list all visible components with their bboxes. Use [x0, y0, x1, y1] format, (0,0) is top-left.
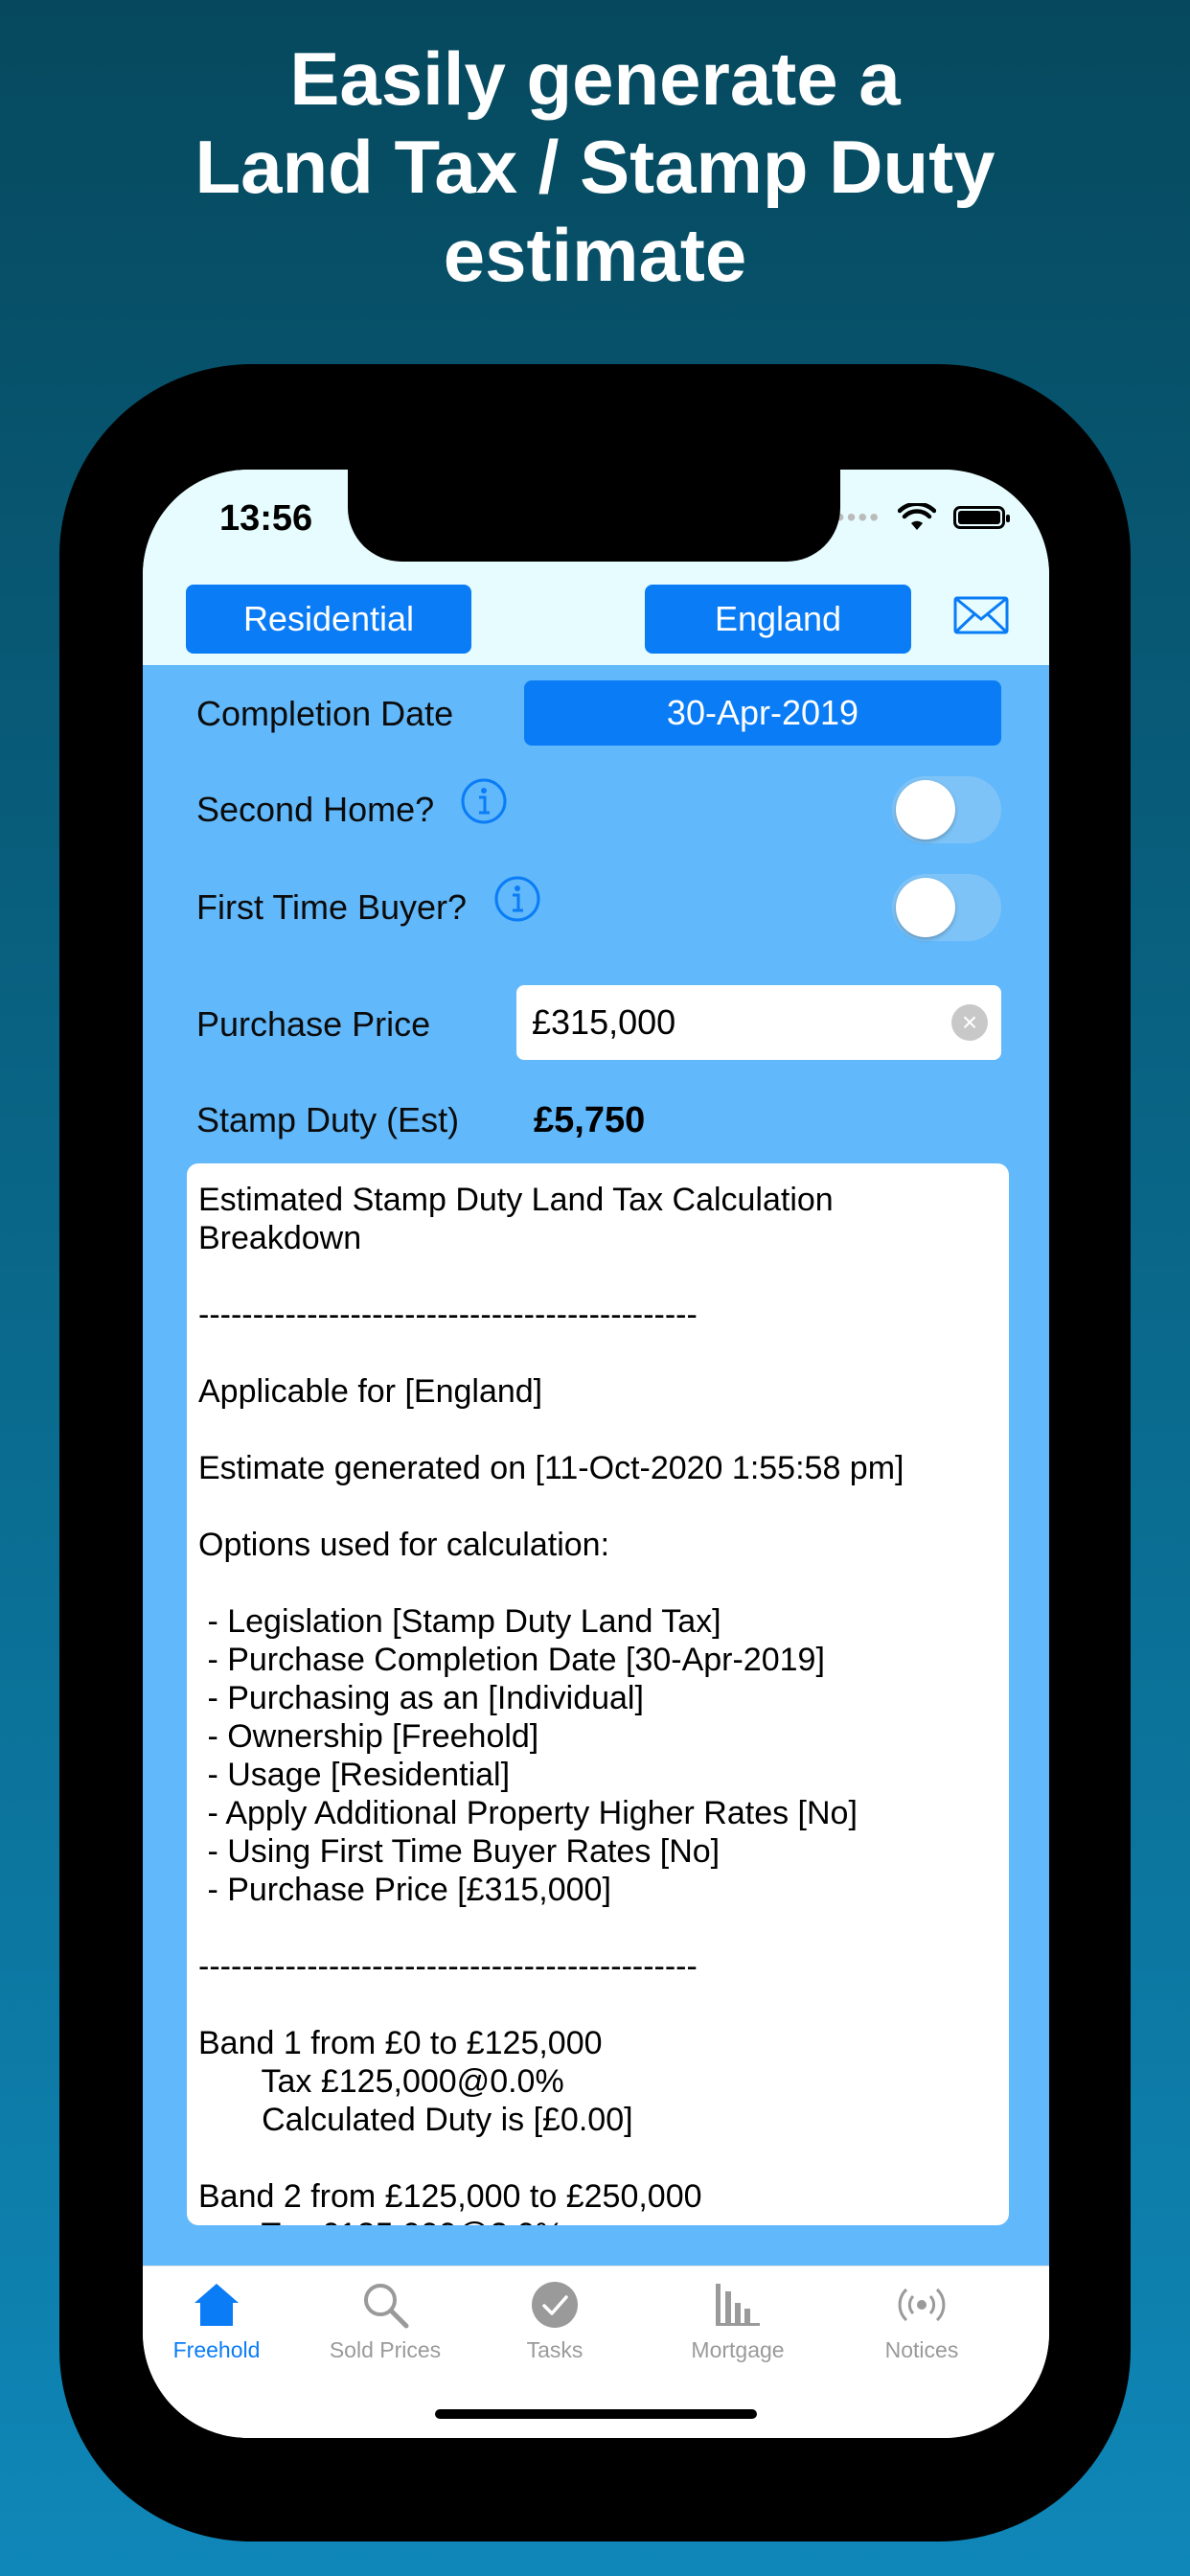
breakdown-line: ----------------------------------------… — [198, 1948, 698, 1985]
breakdown-line: Band 1 from £0 to £125,000 — [198, 2025, 603, 2061]
breakdown-line: ----------------------------------------… — [198, 1297, 698, 1333]
tab-sold-prices[interactable]: Sold Prices — [313, 2280, 457, 2363]
breakdown-line: Applicable for [England] — [198, 1373, 543, 1410]
second-home-label: Second Home? — [196, 790, 435, 829]
breakdown-line: - Usage [Residential] — [198, 1757, 511, 1793]
second-home-toggle[interactable] — [892, 776, 1001, 843]
first-time-buyer-toggle[interactable] — [892, 874, 1001, 941]
info-icon[interactable] — [460, 777, 508, 825]
purchase-price-value: £315,000 — [532, 1002, 676, 1042]
breakdown-line: Estimated Stamp Duty Land Tax Calculatio… — [198, 1182, 834, 1218]
breakdown-line: Tax £125,000@2.0% — [198, 2216, 997, 2225]
tab-label: Sold Prices — [329, 2337, 442, 2362]
tab-freehold[interactable]: Freehold — [145, 2280, 288, 2363]
region-button[interactable]: England — [645, 585, 911, 654]
breakdown-line: - Using First Time Buyer Rates [No] — [198, 1833, 721, 1870]
breakdown-line: Options used for calculation: — [198, 1527, 610, 1563]
broadcast-icon — [850, 2280, 994, 2330]
property-type-button[interactable]: Residential — [186, 585, 471, 654]
toggle-knob — [896, 878, 955, 937]
calculator-form: Completion Date 30-Apr-2019 Second Home?… — [143, 665, 1049, 2266]
tab-tasks[interactable]: Tasks — [483, 2280, 627, 2363]
completion-date-label: Completion Date — [196, 694, 454, 733]
breakdown-line: - Legislation [Stamp Duty Land Tax] — [198, 1603, 721, 1640]
breakdown-line: Band 2 from £125,000 to £250,000 — [198, 2178, 702, 2215]
breakdown-line: - Ownership [Freehold] — [198, 1718, 539, 1755]
breakdown-line — [198, 2139, 997, 2177]
breakdown-line — [198, 1487, 997, 1526]
breakdown-line: - Purchasing as an [Individual] — [198, 1680, 644, 1716]
first-time-buyer-label: First Time Buyer? — [196, 887, 468, 927]
breakdown-line: Tax £125,000@0.0% — [198, 2063, 564, 2100]
calculation-breakdown-text[interactable]: Estimated Stamp Duty Land Tax Calculatio… — [187, 1163, 1009, 2225]
clear-icon[interactable]: × — [951, 1004, 988, 1041]
status-time: 13:56 — [219, 498, 313, 539]
breakdown-line: Estimate generated on [11-Oct-2020 1:55:… — [198, 1450, 904, 1486]
tab-label: Tasks — [526, 2337, 584, 2362]
purchase-price-input[interactable]: £315,000 × — [516, 985, 1001, 1060]
search-icon — [313, 2280, 457, 2330]
breakdown-line: Calculated Duty is [£0.00] — [198, 2102, 633, 2138]
purchase-price-label: Purchase Price — [196, 1004, 431, 1044]
breakdown-line — [198, 1564, 997, 1602]
mail-icon[interactable] — [953, 596, 1009, 634]
tab-label: Notices — [884, 2337, 959, 2362]
top-bar: Residential England — [143, 575, 1049, 665]
phone-screen: 13:56 •••• Residential England Completio… — [143, 470, 1049, 2438]
wifi-icon — [898, 503, 936, 530]
breakdown-line — [198, 1986, 997, 2024]
device-notch — [348, 470, 840, 562]
toggle-knob — [896, 780, 955, 840]
completion-date-button[interactable]: 30-Apr-2019 — [524, 680, 1001, 746]
stamp-duty-value: £5,750 — [534, 1100, 646, 1140]
headline-line-2: Land Tax / Stamp Duty — [195, 125, 995, 209]
headline-line-3: estimate — [443, 213, 747, 297]
breakdown-line: - Purchase Price [£315,000] — [198, 1872, 611, 1908]
tab-label: Mortgage — [691, 2337, 785, 2362]
breakdown-line — [198, 1334, 997, 1372]
status-icons: •••• — [835, 502, 1010, 533]
breakdown-line — [198, 1257, 997, 1296]
info-icon[interactable] — [493, 875, 541, 923]
stamp-duty-label: Stamp Duty (Est) — [196, 1100, 460, 1139]
tab-notices[interactable]: Notices — [850, 2280, 994, 2363]
breakdown-line: - Apply Additional Property Higher Rates… — [198, 1795, 858, 1831]
breakdown-line — [198, 1411, 997, 1449]
signal-icon: •••• — [835, 502, 881, 532]
checkmark-icon — [483, 2280, 627, 2330]
home-indicator[interactable] — [435, 2409, 757, 2419]
battery-icon — [953, 506, 1010, 529]
breakdown-line — [198, 1909, 997, 1947]
headline-line-1: Easily generate a — [289, 36, 901, 121]
headline: Easily generate a Land Tax / Stamp Duty … — [0, 34, 1190, 299]
home-icon — [145, 2280, 288, 2330]
breakdown-line: - Purchase Completion Date [30-Apr-2019] — [198, 1642, 825, 1678]
breakdown-line: Breakdown — [198, 1220, 362, 1256]
tab-label: Freehold — [172, 2337, 261, 2362]
bar-chart-icon — [666, 2280, 810, 2330]
tab-mortgage[interactable]: Mortgage — [666, 2280, 810, 2363]
